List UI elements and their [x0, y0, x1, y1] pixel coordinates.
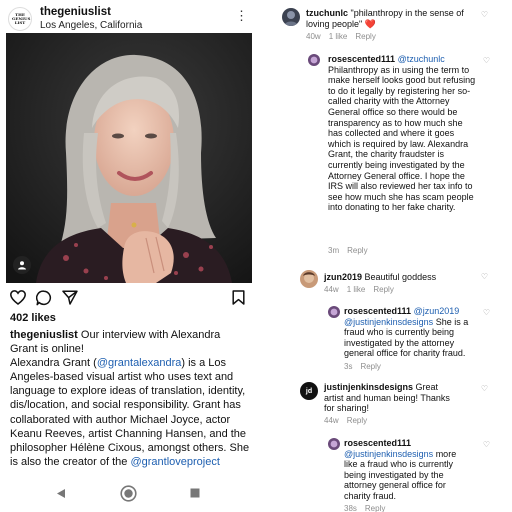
- logo-text: THE GENIUS LIST: [12, 12, 31, 25]
- reply-button[interactable]: Reply: [373, 285, 393, 294]
- avatar[interactable]: [328, 306, 340, 318]
- reply-button[interactable]: Reply: [365, 504, 385, 512]
- avatar[interactable]: [282, 8, 300, 26]
- comment-item: tzuchunlc "philanthropy in the sense of …: [282, 8, 510, 44]
- avatar[interactable]: [328, 438, 340, 450]
- like-comment-icon[interactable]: ♡: [481, 384, 488, 393]
- caption-text-a: Alexandra Grant (: [10, 357, 97, 370]
- comment-item: jd justinjenkinsdesigns Great artist and…: [300, 382, 510, 428]
- like-comment-icon[interactable]: ♡: [483, 56, 490, 65]
- comment-time: 38s: [344, 504, 357, 512]
- avatar-initials: jd: [305, 387, 313, 395]
- comment-body: rosescented111 @justinjenkinsdesigns more…: [344, 438, 464, 502]
- reply-button[interactable]: Reply: [355, 32, 375, 41]
- comment-body: rosescented111 @tzuchunlc Philanthropy a…: [328, 54, 478, 213]
- comment-item: jzun2019 Beautiful goddess 44w 1 like Repl…: [300, 270, 510, 296]
- comment-likes[interactable]: 1 like: [329, 32, 348, 41]
- like-comment-icon[interactable]: ♡: [483, 308, 490, 317]
- avatar[interactable]: [308, 54, 320, 66]
- like-comment-icon[interactable]: ♡: [483, 440, 490, 449]
- comment-text: Philanthropy as in using the term to mak…: [328, 64, 476, 213]
- portrait-image: [6, 33, 252, 283]
- comment-item: rosescented111 @tzuchunlc Philanthropy a…: [308, 54, 510, 264]
- bookmark-icon[interactable]: [232, 290, 245, 305]
- account-avatar[interactable]: THE GENIUS LIST: [8, 7, 32, 31]
- comment-meta: 38s Reply: [344, 504, 393, 512]
- comment-likes[interactable]: 1 like: [347, 285, 366, 294]
- post-pane: THE GENIUS LIST thegeniuslist Los Angele…: [0, 0, 258, 512]
- comment-meta: 3m Reply: [328, 246, 376, 255]
- comment-body: justinjenkinsdesigns Great artist and hu…: [324, 382, 454, 414]
- comment-mention[interactable]: @justinjenkinsdesigns: [344, 449, 433, 459]
- comment-mention[interactable]: @tzuchunlc: [398, 54, 445, 64]
- post-header: THE GENIUS LIST thegeniuslist Los Angele…: [6, 4, 252, 34]
- comment-text: Beautiful goddess: [362, 272, 437, 282]
- comment-username[interactable]: justinjenkinsdesigns: [324, 382, 413, 392]
- comment-meta: 3s Reply: [344, 362, 389, 371]
- post-actions: [6, 288, 252, 308]
- comment-time: 44w: [324, 416, 339, 425]
- comment-username[interactable]: rosescented111: [344, 438, 411, 448]
- comment-username[interactable]: rosescented111: [344, 306, 411, 316]
- comment-mention-2[interactable]: @justinjenkinsdesigns: [344, 317, 433, 327]
- comment-username[interactable]: jzun2019: [324, 272, 362, 282]
- comment-time: 3s: [344, 362, 353, 371]
- post-caption: thegeniuslist Our interview with Alexand…: [10, 328, 250, 469]
- like-count[interactable]: 402 likes: [10, 312, 56, 324]
- home-icon[interactable]: [120, 485, 137, 502]
- comment-body: jzun2019 Beautiful goddess: [324, 272, 484, 283]
- heart-emoji: ❤️: [364, 18, 376, 29]
- user-tag-icon[interactable]: [13, 256, 31, 274]
- comment-time: 44w: [324, 285, 339, 294]
- share-icon[interactable]: [62, 290, 78, 305]
- comment-meta: 44w 1 like Reply: [324, 285, 402, 294]
- post-photo[interactable]: [6, 33, 252, 283]
- android-nav-bar: [0, 478, 258, 512]
- comment-body: rosescented111 @jzun2019 @justinjenkinsde…: [344, 306, 484, 359]
- recent-apps-icon[interactable]: [190, 488, 200, 498]
- post-location[interactable]: Los Angeles, California: [40, 20, 142, 31]
- like-comment-icon[interactable]: ♡: [481, 272, 488, 281]
- like-comment-icon[interactable]: ♡: [481, 10, 488, 19]
- caption-mention-grantloveproject[interactable]: @grantloveproject: [130, 456, 219, 468]
- caption-text-b: ) is a Los Angeles-based visual artist w…: [10, 357, 250, 468]
- reply-button[interactable]: Reply: [347, 416, 367, 425]
- back-icon[interactable]: [56, 488, 66, 499]
- comment-meta: 40w 1 like Reply: [306, 32, 384, 41]
- comment-body: tzuchunlc "philanthropy in the sense of …: [306, 8, 484, 29]
- heart-icon[interactable]: [10, 290, 26, 305]
- caption-mention-grantalexandra[interactable]: @grantalexandra: [97, 357, 182, 369]
- comment-icon[interactable]: [36, 290, 52, 306]
- reply-button[interactable]: Reply: [360, 362, 380, 371]
- reply-button[interactable]: Reply: [347, 246, 367, 255]
- comment-time: 3m: [328, 246, 340, 255]
- avatar[interactable]: jd: [300, 382, 318, 400]
- caption-username[interactable]: thegeniuslist: [10, 329, 78, 341]
- account-name[interactable]: thegeniuslist: [40, 6, 111, 18]
- comment-item: rosescented111 @justinjenkinsdesigns more…: [328, 438, 510, 512]
- comment-item: rosescented111 @jzun2019 @justinjenkinsde…: [328, 306, 510, 372]
- avatar[interactable]: [300, 270, 318, 288]
- comments-pane: tzuchunlc "philanthropy in the sense of …: [262, 0, 512, 512]
- comment-time: 40w: [306, 32, 321, 41]
- comment-username[interactable]: rosescented111: [328, 54, 395, 64]
- comment-meta: 44w Reply: [324, 416, 375, 425]
- comment-username[interactable]: tzuchunlc: [306, 8, 348, 18]
- comment-mention[interactable]: @jzun2019: [414, 306, 460, 316]
- more-icon[interactable]: ⋮: [235, 9, 248, 22]
